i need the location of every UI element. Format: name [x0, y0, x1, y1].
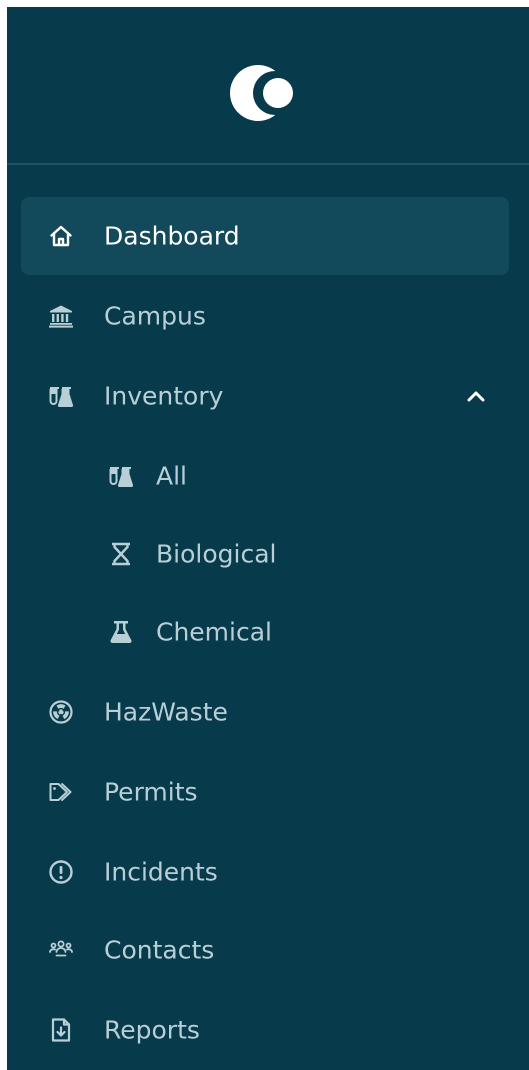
users-icon — [49, 938, 73, 962]
crescent-moon-logo[interactable] — [219, 54, 319, 132]
nav-item-incidents[interactable]: Incidents — [21, 833, 509, 911]
hourglass-icon — [109, 542, 133, 566]
tags-icon — [49, 780, 73, 804]
nav-label: HazWaste — [104, 697, 228, 727]
nav-label: Campus — [104, 301, 206, 331]
home-icon — [49, 224, 73, 248]
exclamation-circle-icon — [49, 860, 73, 884]
sidebar: Dashboard Campus Inventory All Biologica… — [7, 7, 529, 1070]
radiation-icon — [49, 700, 73, 724]
flasks-icon — [109, 464, 133, 488]
logo-area — [7, 7, 529, 163]
nav-item-inventory[interactable]: Inventory — [21, 357, 509, 435]
nav-label: Permits — [104, 777, 198, 807]
flasks-icon — [49, 384, 73, 408]
nav-item-inventory-biological[interactable]: Biological — [21, 515, 509, 593]
nav-item-hazwaste[interactable]: HazWaste — [21, 673, 509, 751]
divider — [7, 163, 529, 165]
nav-label: All — [156, 461, 187, 491]
nav-label: Chemical — [156, 617, 272, 647]
nav-item-reports[interactable]: Reports — [21, 991, 509, 1069]
nav-item-inventory-all[interactable]: All — [21, 437, 509, 515]
flask-icon — [109, 620, 133, 644]
nav-item-inventory-chemical[interactable]: Chemical — [21, 593, 509, 671]
nav-item-contacts[interactable]: Contacts — [21, 911, 509, 989]
nav-label: Biological — [156, 539, 277, 569]
nav-item-campus[interactable]: Campus — [21, 277, 509, 355]
nav-label: Contacts — [104, 935, 215, 965]
chevron-up-icon[interactable] — [465, 385, 487, 407]
file-report-icon — [49, 1018, 73, 1042]
nav-label: Incidents — [104, 857, 218, 887]
nav-label: Reports — [104, 1015, 200, 1045]
nav-label: Dashboard — [104, 221, 240, 251]
nav-item-dashboard[interactable]: Dashboard — [21, 197, 509, 275]
nav-item-permits[interactable]: Permits — [21, 753, 509, 831]
building-columns-icon — [49, 304, 73, 328]
nav-label: Inventory — [104, 381, 224, 411]
